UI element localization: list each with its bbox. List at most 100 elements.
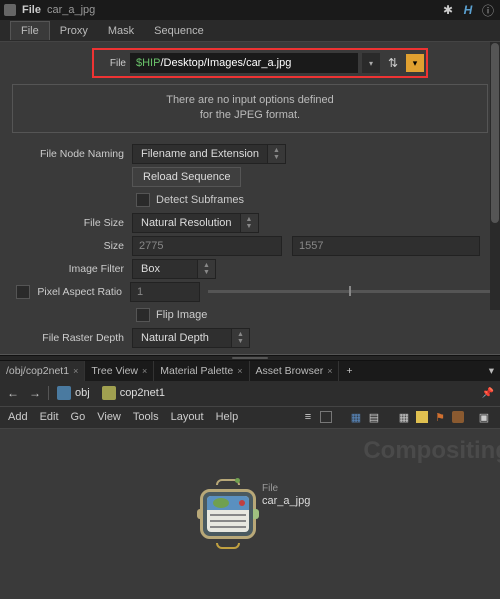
- chevron-updown-icon: ▲▼: [268, 144, 286, 164]
- menu-edit[interactable]: Edit: [40, 411, 59, 423]
- close-icon[interactable]: ×: [142, 366, 147, 376]
- tab-file[interactable]: File: [10, 21, 50, 40]
- select-file-size-value: Natural Resolution: [132, 213, 241, 233]
- node-type-icon: [4, 4, 16, 16]
- file-label: File: [96, 58, 126, 69]
- select-file-size[interactable]: Natural Resolution ▲▼: [132, 213, 259, 233]
- main-tabs: File Proxy Mask Sequence: [0, 20, 500, 42]
- select-image-filter[interactable]: Box ▲▼: [132, 259, 216, 279]
- menu-go[interactable]: Go: [71, 411, 86, 423]
- pixel-aspect-slider[interactable]: [208, 290, 490, 293]
- row-file-size: File Size Natural Resolution ▲▼: [2, 212, 498, 234]
- select-file-raster-depth[interactable]: Natural Depth ▲▼: [132, 328, 250, 348]
- file-reload-icon[interactable]: ▾: [406, 54, 424, 72]
- toggle-pixel-aspect[interactable]: [16, 285, 30, 299]
- camera-icon[interactable]: ▣: [476, 409, 492, 425]
- info-line1: There are no input options defined: [23, 93, 477, 108]
- select-value: Filename and Extension: [132, 144, 268, 164]
- node-type-badge: File: [262, 483, 278, 494]
- file-row: File $HIP/Desktop/Images/car_a.jpg ▾ ⇅ ▾: [96, 52, 424, 74]
- ptab-tree[interactable]: Tree View×: [85, 361, 154, 381]
- flag-icon[interactable]: ⚑: [432, 409, 448, 425]
- square-icon[interactable]: [320, 411, 332, 423]
- checkbox-flip-image[interactable]: [136, 308, 150, 322]
- add-tab-button[interactable]: +: [339, 365, 359, 377]
- node-type-label: File: [22, 4, 41, 16]
- ptab-material[interactable]: Material Palette×: [154, 361, 249, 381]
- select-file-node-naming[interactable]: Filename and Extension ▲▼: [132, 144, 286, 164]
- close-icon[interactable]: ×: [237, 366, 242, 376]
- checkbox-detect-subframes[interactable]: [136, 193, 150, 207]
- path-seg-cop2net1[interactable]: cop2net1: [98, 386, 169, 400]
- panel-tabs: /obj/cop2net1× Tree View× Material Palet…: [0, 361, 500, 381]
- parameters-panel: File $HIP/Desktop/Images/car_a.jpg ▾ ⇅ ▾…: [0, 42, 500, 355]
- path-seg-obj[interactable]: obj: [53, 386, 94, 400]
- scrollbar-thumb[interactable]: [491, 43, 499, 223]
- network-canvas[interactable]: Compositing File car_a_jpg: [0, 429, 500, 599]
- tab-mask[interactable]: Mask: [98, 22, 144, 40]
- node-output-connector[interactable]: [216, 543, 240, 549]
- file-rest: /Desktop/Images/car_a.jpg: [160, 57, 291, 69]
- select-image-filter-value: Box: [132, 259, 198, 279]
- tab-sequence[interactable]: Sequence: [144, 22, 214, 40]
- label-file-node-naming: File Node Naming: [2, 148, 132, 160]
- close-icon[interactable]: ×: [327, 366, 332, 376]
- pixel-aspect-input[interactable]: 1: [130, 282, 200, 302]
- houdini-help-icon[interactable]: H: [460, 2, 476, 18]
- network-menu-bar: Add Edit Go View Tools Layout Help ≡ ▦ ▤…: [0, 407, 500, 429]
- path-bar: ← → obj cop2net1 📌: [0, 381, 500, 407]
- chevron-updown-icon: ▲▼: [198, 259, 216, 279]
- grid2-icon[interactable]: ▦: [396, 409, 412, 425]
- title-right-icons: ✱ H ⓘ: [440, 2, 496, 18]
- table-icon[interactable]: ▤: [366, 409, 382, 425]
- file-field-highlight: File $HIP/Desktop/Images/car_a.jpg ▾ ⇅ ▾: [92, 48, 428, 78]
- pane-menu-icon[interactable]: ▾: [483, 361, 500, 381]
- ptab-asset[interactable]: Asset Browser×: [250, 361, 340, 381]
- gear-icon[interactable]: ✱: [440, 2, 456, 18]
- chevron-updown-icon: ▲▼: [232, 328, 250, 348]
- info-icon[interactable]: ⓘ: [480, 2, 496, 18]
- netbox-icon[interactable]: [452, 411, 464, 423]
- node-name-label: car_a_jpg: [47, 4, 95, 16]
- label-file-raster-depth: File Raster Depth: [2, 332, 132, 344]
- watermark-text: Compositing: [363, 437, 500, 465]
- nav-fwd-button[interactable]: →: [26, 384, 44, 402]
- file-dropdown-arrow[interactable]: ▾: [362, 53, 380, 73]
- menu-tools[interactable]: Tools: [133, 411, 159, 423]
- menu-view[interactable]: View: [97, 411, 121, 423]
- cop-network-icon: [102, 386, 116, 400]
- menu-layout[interactable]: Layout: [171, 411, 204, 423]
- pin-icon[interactable]: 📌: [480, 388, 496, 399]
- tab-proxy[interactable]: Proxy: [50, 22, 98, 40]
- sticky-note-icon[interactable]: [416, 411, 428, 423]
- menu-add[interactable]: Add: [8, 411, 28, 423]
- node-input-connector[interactable]: [216, 479, 240, 485]
- slider-handle[interactable]: [349, 286, 351, 296]
- label-image-filter: Image Filter: [2, 263, 132, 275]
- row-image-filter: Image Filter Box ▲▼: [2, 258, 498, 280]
- close-icon[interactable]: ×: [73, 366, 78, 376]
- info-box: There are no input options defined for t…: [12, 84, 488, 133]
- panel-right-icons: ▾: [483, 361, 500, 381]
- grid-icon[interactable]: ▦: [348, 409, 364, 425]
- select-raster-value: Natural Depth: [132, 328, 232, 348]
- title-bar: File car_a_jpg ✱ H ⓘ: [0, 0, 500, 20]
- size-width-input[interactable]: 2775: [132, 236, 282, 256]
- node-name-text: car_a_jpg: [262, 495, 310, 507]
- node-file[interactable]: File car_a_jpg: [200, 489, 256, 539]
- node-body[interactable]: [200, 489, 256, 539]
- label-pixel-aspect: Pixel Aspect Ratio: [30, 286, 130, 298]
- params-scrollbar[interactable]: [490, 42, 500, 310]
- label-file-size: File Size: [2, 217, 132, 229]
- ptab-network[interactable]: /obj/cop2net1×: [0, 361, 85, 381]
- row-file-node-naming: File Node Naming Filename and Extension …: [2, 143, 498, 165]
- file-path-input[interactable]: $HIP/Desktop/Images/car_a.jpg: [130, 53, 358, 73]
- row-file-raster-depth: File Raster Depth Natural Depth ▲▼: [2, 327, 498, 349]
- nav-back-button[interactable]: ←: [4, 384, 22, 402]
- size-height-input[interactable]: 1557: [292, 236, 480, 256]
- list-icon[interactable]: ≡: [300, 409, 316, 425]
- menu-help[interactable]: Help: [216, 411, 239, 423]
- label-flip-image: Flip Image: [156, 309, 207, 321]
- reload-sequence-button[interactable]: Reload Sequence: [132, 167, 241, 187]
- file-chooser-icon[interactable]: ⇅: [384, 54, 402, 72]
